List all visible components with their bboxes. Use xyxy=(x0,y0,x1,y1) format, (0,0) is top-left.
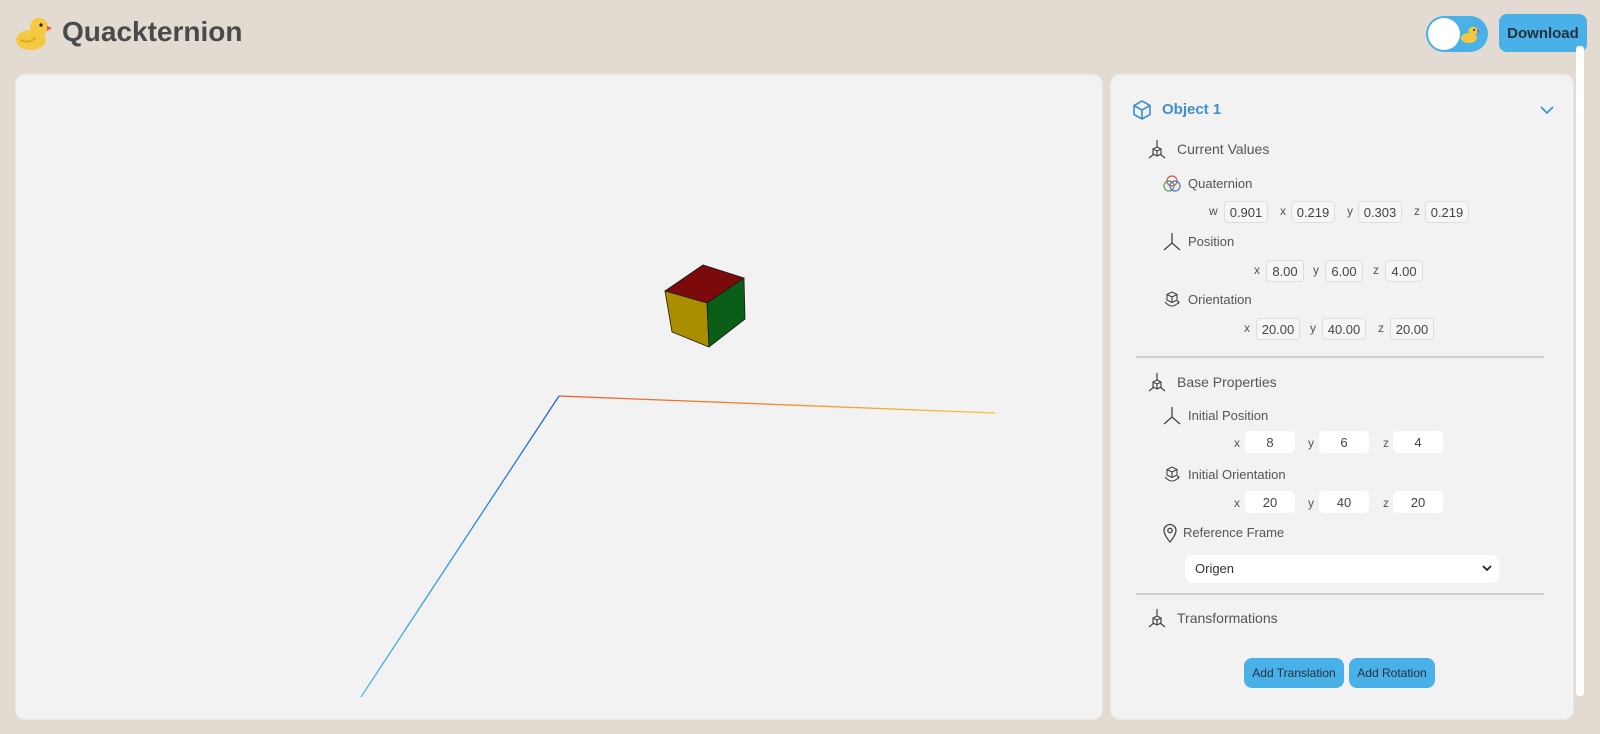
axes-cube-icon xyxy=(1148,373,1166,392)
properties-panel: Object 1 Current Values Quaternion w 0.9… xyxy=(1110,74,1574,720)
scene-viewport[interactable] xyxy=(15,74,1103,720)
initial-orientation-y-label: y xyxy=(1308,496,1314,510)
chevron-down-icon[interactable] xyxy=(1540,105,1554,115)
position-x-value: 8.00 xyxy=(1266,260,1304,282)
initial-position-x-input[interactable]: 8 xyxy=(1245,431,1295,453)
section-divider xyxy=(1136,593,1544,595)
current-values-title: Current Values xyxy=(1177,141,1270,157)
app-header: Quackternion Download xyxy=(0,0,1600,70)
rotate-cube-icon xyxy=(1164,466,1180,482)
location-pin-icon xyxy=(1163,523,1177,543)
initial-position-x-label: x xyxy=(1234,436,1240,450)
orientation-x-value: 20.00 xyxy=(1256,318,1300,340)
section-divider xyxy=(1136,356,1544,358)
chevron-down-icon xyxy=(1482,565,1492,572)
reference-frame-title: Reference Frame xyxy=(1183,525,1285,540)
quaternion-x-value: 0.219 xyxy=(1291,201,1335,223)
orientation-title: Orientation xyxy=(1188,292,1252,307)
quaternion-w-value: 0.901 xyxy=(1224,201,1268,223)
initial-position-z-label: z xyxy=(1383,436,1389,450)
initial-orientation-z-input[interactable]: 20 xyxy=(1393,491,1443,513)
initial-position-z-input[interactable]: 4 xyxy=(1393,431,1443,453)
rotate-cube-icon xyxy=(1164,291,1180,307)
axes-cube-icon xyxy=(1148,140,1166,159)
base-properties-title: Base Properties xyxy=(1177,374,1277,390)
initial-orientation-y-input[interactable]: 40 xyxy=(1319,491,1369,513)
add-translation-button[interactable]: Add Translation xyxy=(1244,658,1344,688)
position-y-label: y xyxy=(1313,263,1319,277)
initial-position-title: Initial Position xyxy=(1188,408,1269,423)
transformations-title: Transformations xyxy=(1177,610,1278,626)
quaternion-z-label: z xyxy=(1414,204,1420,218)
axes-icon xyxy=(1163,407,1181,425)
cube-object[interactable] xyxy=(664,264,746,348)
orientation-z-value: 20.00 xyxy=(1390,318,1434,340)
panel-scrollbar[interactable] xyxy=(1576,46,1584,696)
object-title[interactable]: Object 1 xyxy=(1162,101,1221,118)
position-z-label: z xyxy=(1373,263,1379,277)
cube-icon xyxy=(1133,100,1151,120)
quaternion-y-label: y xyxy=(1347,204,1353,218)
app-title: Quackternion xyxy=(62,16,243,47)
duck-icon xyxy=(16,18,52,50)
axes-cube-icon xyxy=(1148,609,1166,628)
quaternion-circles-icon xyxy=(1163,175,1181,192)
quaternion-title: Quaternion xyxy=(1188,176,1253,191)
axis-x-line xyxy=(558,395,996,414)
initial-orientation-z-label: z xyxy=(1383,496,1389,510)
quaternion-w-label: w xyxy=(1209,204,1218,218)
axes-icon xyxy=(1163,233,1181,251)
quaternion-y-value: 0.303 xyxy=(1358,201,1402,223)
position-title: Position xyxy=(1188,234,1235,249)
orientation-z-label: z xyxy=(1378,321,1384,335)
reference-frame-selected: Origen xyxy=(1195,561,1235,576)
add-rotation-button[interactable]: Add Rotation xyxy=(1349,658,1435,688)
axis-z-line xyxy=(360,395,560,698)
toggle-knob xyxy=(1428,18,1460,50)
position-z-value: 4.00 xyxy=(1385,260,1423,282)
download-button[interactable]: Download xyxy=(1499,14,1587,52)
initial-orientation-x-label: x xyxy=(1234,496,1240,510)
theme-toggle-duck-icon xyxy=(1461,26,1480,43)
position-x-label: x xyxy=(1254,263,1260,277)
theme-toggle[interactable] xyxy=(1426,16,1488,52)
orientation-x-label: x xyxy=(1244,321,1250,335)
initial-position-y-label: y xyxy=(1308,436,1314,450)
initial-position-y-input[interactable]: 6 xyxy=(1319,431,1369,453)
reference-frame-select[interactable]: Origen xyxy=(1185,555,1499,583)
quaternion-x-label: x xyxy=(1280,204,1286,218)
orientation-y-label: y xyxy=(1310,321,1316,335)
orientation-y-value: 40.00 xyxy=(1322,318,1366,340)
quaternion-z-value: 0.219 xyxy=(1425,201,1469,223)
scene-canvas[interactable] xyxy=(16,75,1102,719)
position-y-value: 6.00 xyxy=(1325,260,1363,282)
initial-orientation-title: Initial Orientation xyxy=(1188,467,1286,482)
initial-orientation-x-input[interactable]: 20 xyxy=(1245,491,1295,513)
